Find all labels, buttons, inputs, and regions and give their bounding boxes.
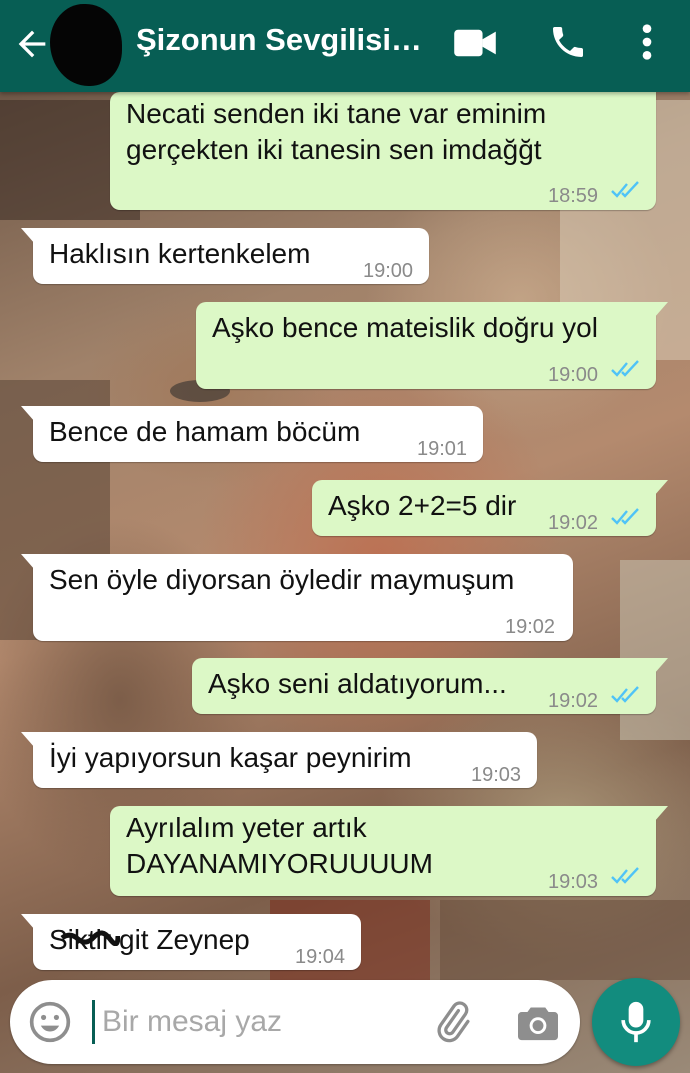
- message-time: 19:00: [363, 260, 414, 282]
- message-text: Sen öyle diyorsan öyledir maymuşum: [49, 564, 515, 595]
- message-outgoing[interactable]: Ayrılalım yeter artık DAYANAMIYORUUUUM 1…: [110, 806, 668, 896]
- emoji-icon[interactable]: [28, 1000, 72, 1044]
- voice-message-button[interactable]: [592, 978, 680, 1066]
- mic-icon: [621, 1001, 651, 1043]
- read-ticks-icon: [611, 360, 639, 377]
- message-text: Aşko seni aldatıyorum...: [208, 668, 507, 699]
- message-text: DAYANAMIYORUUUUM: [126, 848, 433, 879]
- paperclip-icon[interactable]: [430, 1000, 474, 1044]
- read-ticks-icon: [611, 181, 639, 198]
- message-text: Haklısın kertenkelem: [49, 238, 311, 269]
- message-text: Bence de hamam böcüm: [49, 416, 361, 447]
- chat-title[interactable]: Şizonun Sevgilisi…: [136, 22, 422, 58]
- message-composer: [10, 980, 580, 1064]
- message-input[interactable]: [102, 998, 422, 1046]
- message-text: Necati senden iki tane var eminim: [126, 98, 547, 129]
- avatar[interactable]: [50, 4, 122, 86]
- message-incoming[interactable]: İyi yapıyorsun kaşar peynirim 19:03: [21, 732, 537, 788]
- phone-icon[interactable]: [548, 22, 588, 62]
- message-list[interactable]: Necati senden iki tane var eminim gerçek…: [0, 92, 690, 977]
- message-time: 19:03: [548, 871, 599, 893]
- message-incoming[interactable]: Haklısın kertenkelem 19:00: [21, 228, 429, 284]
- chat-header: Şizonun Sevgilisi…: [0, 0, 690, 92]
- read-ticks-icon: [611, 508, 639, 525]
- redaction-scribble: [60, 930, 120, 946]
- message-time: 19:03: [471, 764, 522, 786]
- message-text: Aşko 2+2=5 dir: [328, 490, 517, 521]
- camera-icon[interactable]: [516, 1002, 560, 1042]
- read-ticks-icon: [611, 867, 639, 884]
- message-text: gerçekten iki tanesin sen imdağğt: [126, 134, 542, 165]
- message-time: 19:02: [505, 616, 556, 638]
- message-time: 19:02: [548, 690, 599, 712]
- message-time: 19:02: [548, 512, 599, 534]
- read-ticks-icon: [611, 686, 639, 703]
- message-outgoing[interactable]: Aşko 2+2=5 dir 19:02: [312, 480, 668, 536]
- message-text: Ayrılalım yeter artık: [126, 812, 367, 843]
- message-time: 19:00: [548, 364, 599, 386]
- message-outgoing[interactable]: Aşko seni aldatıyorum... 19:02: [192, 658, 668, 714]
- text-cursor: [92, 1000, 95, 1044]
- message-time: 18:59: [548, 185, 599, 207]
- message-text: İyi yapıyorsun kaşar peynirim: [49, 742, 412, 773]
- message-time: 19:04: [295, 946, 346, 968]
- more-vert-icon[interactable]: [632, 22, 662, 62]
- message-incoming[interactable]: Bence de hamam böcüm 19:01: [21, 406, 483, 462]
- video-call-icon[interactable]: [452, 26, 498, 60]
- arrow-left-icon[interactable]: [12, 24, 52, 64]
- message-outgoing[interactable]: Aşko bence mateislik doğru yol 19:00: [196, 302, 668, 389]
- message-outgoing[interactable]: Necati senden iki tane var eminim gerçek…: [110, 92, 656, 210]
- message-time: 19:01: [417, 438, 468, 460]
- message-incoming[interactable]: Sen öyle diyorsan öyledir maymuşum 19:02: [21, 554, 573, 641]
- message-text: Aşko bence mateislik doğru yol: [212, 312, 598, 343]
